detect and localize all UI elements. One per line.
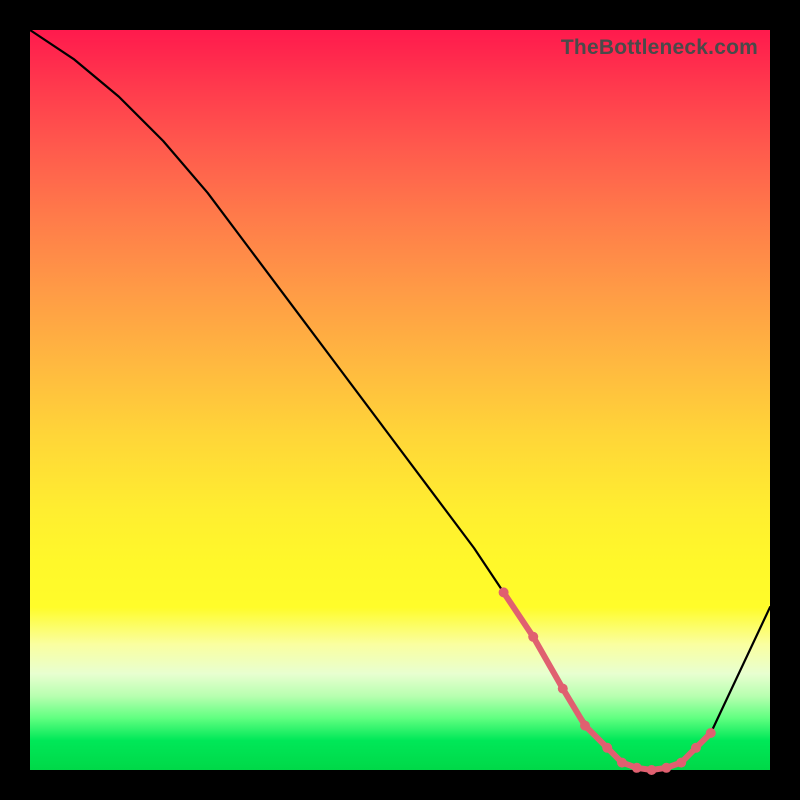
optimal-range-dot bbox=[602, 743, 612, 753]
optimal-range-dot bbox=[691, 743, 701, 753]
curve-svg bbox=[30, 30, 770, 770]
plot-area: TheBottleneck.com bbox=[30, 30, 770, 770]
chart-container: TheBottleneck.com bbox=[0, 0, 800, 800]
bottleneck-curve bbox=[30, 30, 770, 770]
optimal-range-dot bbox=[632, 763, 642, 773]
optimal-range-dot bbox=[617, 758, 627, 768]
optimal-range-dot bbox=[647, 765, 657, 775]
optimal-range-dot bbox=[558, 684, 568, 694]
optimal-range-dot bbox=[499, 587, 509, 597]
optimal-range-dot bbox=[706, 728, 716, 738]
optimal-range-dot bbox=[528, 632, 538, 642]
optimal-range-dot bbox=[676, 758, 686, 768]
optimal-range-dot bbox=[580, 721, 590, 731]
optimal-range-dots bbox=[499, 587, 716, 775]
optimal-range-dot bbox=[661, 763, 671, 773]
